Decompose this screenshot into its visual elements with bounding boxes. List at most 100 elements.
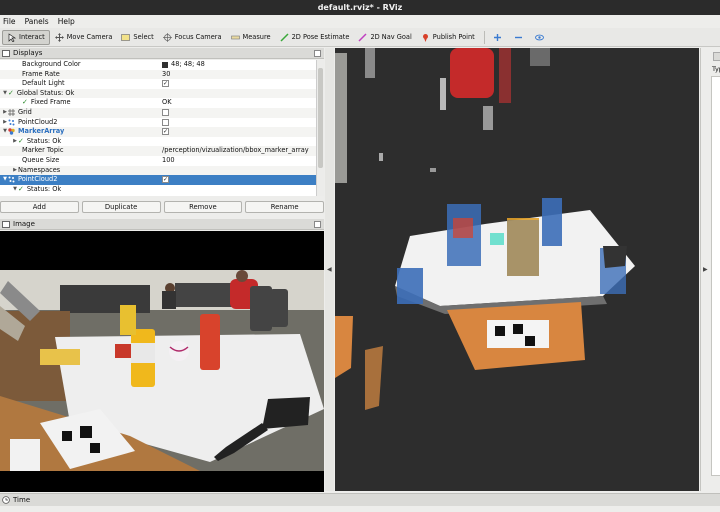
remove-display-button[interactable]: Remove [163, 201, 243, 213]
grid-enable-checkbox[interactable] [162, 109, 169, 117]
rename-display-button[interactable]: Rename [245, 201, 324, 213]
focus-camera-tool-button[interactable]: Focus Camera [159, 30, 226, 45]
interact-tool-button[interactable]: Interact [2, 29, 50, 45]
property-value: 30 [162, 69, 171, 78]
display-item-marker-array[interactable]: ▼ MarkerArray ✓ [0, 127, 316, 137]
displays-panel-header: Displays [0, 48, 324, 59]
views-panel: ▶ Typ [700, 48, 720, 491]
display-item-grid[interactable]: ▶ Grid [0, 107, 316, 118]
toolbar-separator [483, 30, 485, 44]
property-row-frame-rate[interactable]: Frame Rate 30 [0, 69, 316, 80]
property-label: Frame Rate [22, 69, 60, 78]
property-value: 100 [162, 155, 175, 164]
image-panel-title: Image [13, 220, 35, 228]
tree-item-label: Fixed Frame [30, 98, 71, 107]
displays-panel-title: Displays [13, 49, 43, 57]
marker-array-icon [8, 128, 15, 136]
displays-scrollbar[interactable] [316, 60, 324, 196]
move-camera-icon [54, 32, 64, 42]
property-value: 48; 48; 48 [171, 60, 205, 68]
measure-tool-label: Measure [242, 33, 271, 41]
tree-item-label: Status: Ok [26, 136, 62, 145]
property-value: OK [162, 98, 172, 107]
collapse-right-icon[interactable]: ▶ [703, 266, 708, 273]
interact-icon [7, 32, 17, 43]
publish-point-icon [421, 33, 430, 42]
nav-goal-tool-label: 2D Nav Goal [370, 33, 412, 41]
property-label: Marker Topic [22, 146, 64, 155]
display-label: Grid [18, 107, 32, 116]
eye-icon [534, 33, 544, 42]
minus-icon [514, 33, 523, 42]
pointcloud2-enable-checkbox[interactable] [162, 118, 169, 126]
property-row-default-light[interactable]: Default Light ✓ [0, 79, 316, 89]
color-swatch [162, 61, 168, 68]
property-label: Default Light [22, 79, 65, 88]
property-row-queue-size[interactable]: Queue Size 100 [0, 156, 316, 166]
display-item-pointcloud2-selected[interactable]: ▼ PointCloud2 ✓ [0, 175, 316, 185]
menu-panels[interactable]: Panels [25, 17, 49, 26]
default-light-checkbox[interactable]: ✓ [162, 80, 169, 88]
menu-file[interactable]: File [3, 17, 16, 26]
displays-button-row: Add Duplicate Remove Rename [0, 200, 324, 216]
panel-splitter[interactable]: ◀ [325, 48, 334, 491]
move-camera-tool-label: Move Camera [66, 33, 113, 41]
select-tool-label: Select [133, 33, 154, 41]
image-panel: Image [0, 219, 324, 492]
check-ok-icon: ✓ [8, 88, 14, 97]
display-label: PointCloud2 [18, 117, 58, 126]
camera-image-view[interactable] [0, 231, 324, 492]
display-label: PointCloud2 [18, 175, 58, 184]
check-ok-icon: ✓ [22, 98, 28, 107]
measure-tool-button[interactable]: Measure [227, 30, 275, 45]
focus-camera-tool-label: Focus Camera [174, 33, 222, 41]
nav-goal-icon [358, 32, 367, 42]
image-panel-close-button[interactable] [314, 221, 321, 228]
tool-properties-button[interactable] [531, 30, 551, 45]
views-list[interactable] [711, 76, 720, 476]
remove-tool-button[interactable] [510, 30, 530, 45]
tree-item-global-status[interactable]: ▼ ✓ Global Status: Ok [0, 88, 316, 99]
displays-panel-close-button[interactable] [314, 50, 321, 57]
marker-array-enable-checkbox[interactable]: ✓ [162, 128, 169, 136]
views-panel-tab[interactable] [713, 52, 720, 61]
tree-item-namespaces[interactable]: ▶ Namespaces [0, 165, 316, 176]
add-display-button[interactable]: Add [0, 201, 79, 213]
time-panel-title: Time [13, 496, 31, 504]
grid-icon [8, 109, 15, 117]
render-3d-view[interactable] [335, 48, 699, 491]
check-ok-icon: ✓ [18, 184, 24, 193]
select-tool-button[interactable]: Select [117, 30, 157, 45]
property-row-marker-topic[interactable]: Marker Topic /perception/vizualization/b… [0, 146, 316, 156]
collapse-left-icon[interactable]: ◀ [327, 266, 332, 273]
window-title-bar: default.rviz* - RViz [0, 0, 720, 15]
display-item-pointcloud2[interactable]: ▶ PointCloud2 [0, 118, 316, 128]
tree-item-label: Status: Ok [26, 184, 62, 193]
image-panel-header: Image [0, 219, 324, 230]
nav-goal-tool-button[interactable]: 2D Nav Goal [354, 30, 415, 45]
pointcloud2-selected-enable-checkbox[interactable]: ✓ [162, 176, 169, 184]
measure-icon [230, 33, 240, 42]
scrollbar-thumb[interactable] [318, 68, 323, 168]
pointcloud-icon [8, 119, 15, 126]
property-row-background-color[interactable]: Background Color 48; 48; 48 [0, 60, 316, 70]
pose-estimate-tool-label: 2D Pose Estimate [291, 33, 350, 41]
add-tool-button[interactable] [489, 30, 509, 45]
pose-estimate-tool-button[interactable]: 2D Pose Estimate [276, 30, 354, 45]
menu-bar: File Panels Help [0, 15, 720, 28]
duplicate-display-button[interactable]: Duplicate [81, 201, 161, 213]
tree-item-label: Global Status: Ok [16, 88, 75, 97]
time-panel-body [0, 506, 720, 512]
menu-help[interactable]: Help [58, 17, 75, 26]
move-camera-tool-button[interactable]: Move Camera [51, 30, 117, 45]
interact-tool-label: Interact [19, 33, 45, 41]
tree-item-fixed-frame[interactable]: ✓ Fixed Frame OK [0, 98, 316, 108]
select-icon [121, 33, 131, 42]
tree-item-marker-status[interactable]: ▶ ✓ Status: Ok [0, 137, 316, 147]
pointcloud-icon [8, 176, 15, 183]
tool-bar: Interact Move Camera Select Focus Camera… [0, 28, 720, 47]
displays-tree: Background Color 48; 48; 48 Frame Rate 3… [0, 60, 316, 196]
time-panel-header: Time [0, 493, 720, 506]
publish-point-tool-button[interactable]: Publish Point [417, 30, 479, 45]
tree-item-pointcloud-status[interactable]: ▼ ✓ Status: Ok [0, 185, 316, 195]
